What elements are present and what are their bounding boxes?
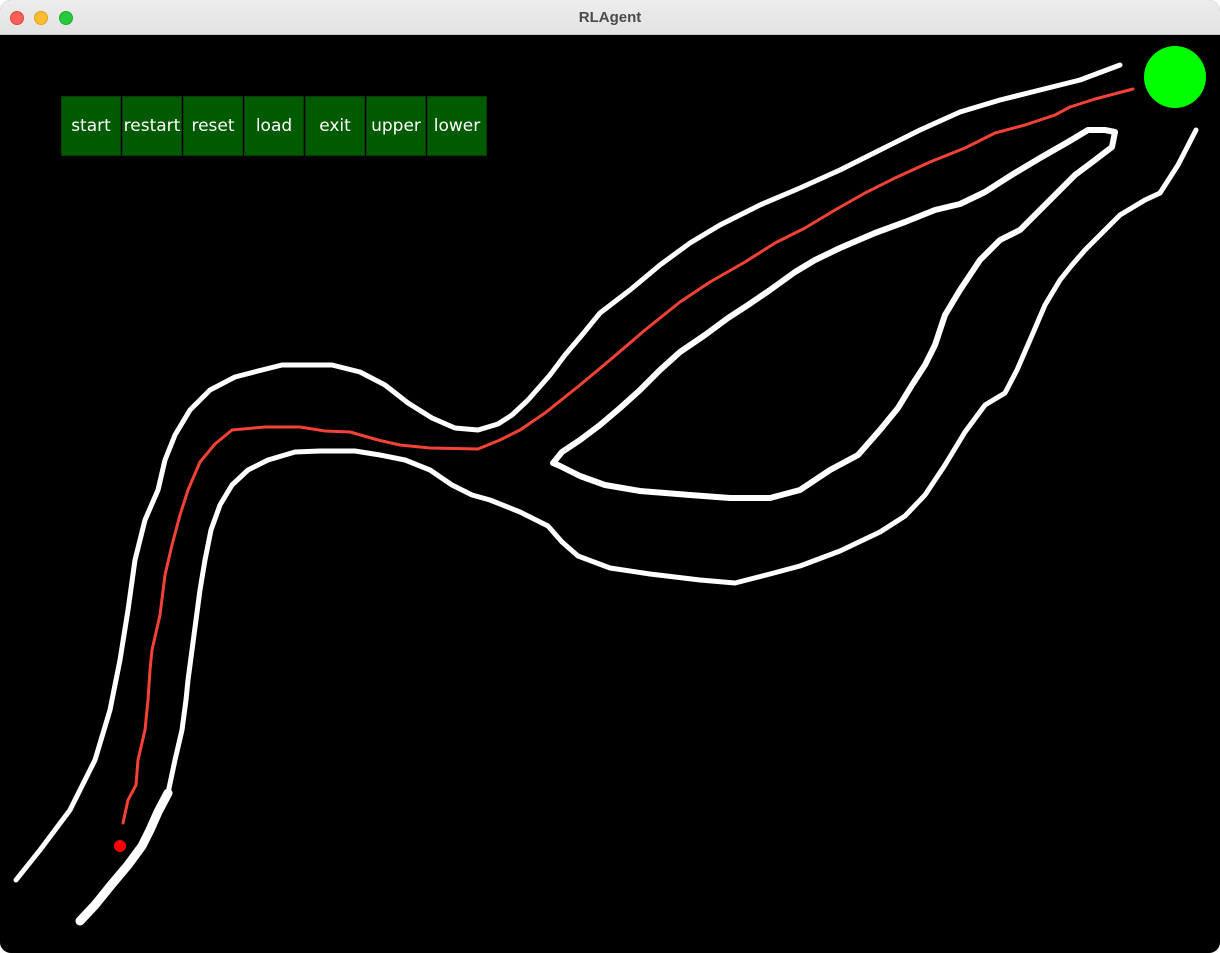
start-button[interactable]: start (61, 96, 121, 156)
agent-marker (114, 840, 126, 852)
reset-button[interactable]: reset (183, 96, 243, 156)
lower-button[interactable]: lower (427, 96, 487, 156)
window-title: RLAgent (578, 9, 642, 26)
track-boundary-inner (165, 127, 1199, 796)
goal-marker (1144, 46, 1206, 108)
control-toolbar: start restart reset load exit upper lowe… (61, 96, 488, 156)
restart-button[interactable]: restart (122, 96, 182, 156)
load-button[interactable]: load (244, 96, 304, 156)
app-window: RLAgent start restart reset load exit up… (0, 0, 1220, 953)
simulation-canvas[interactable]: start restart reset load exit upper lowe… (0, 35, 1220, 953)
exit-button[interactable]: exit (305, 96, 365, 156)
title-bar[interactable]: RLAgent (0, 0, 1220, 35)
upper-button[interactable]: upper (366, 96, 426, 156)
track-drawing (13, 46, 1206, 926)
track-island (550, 127, 1118, 501)
